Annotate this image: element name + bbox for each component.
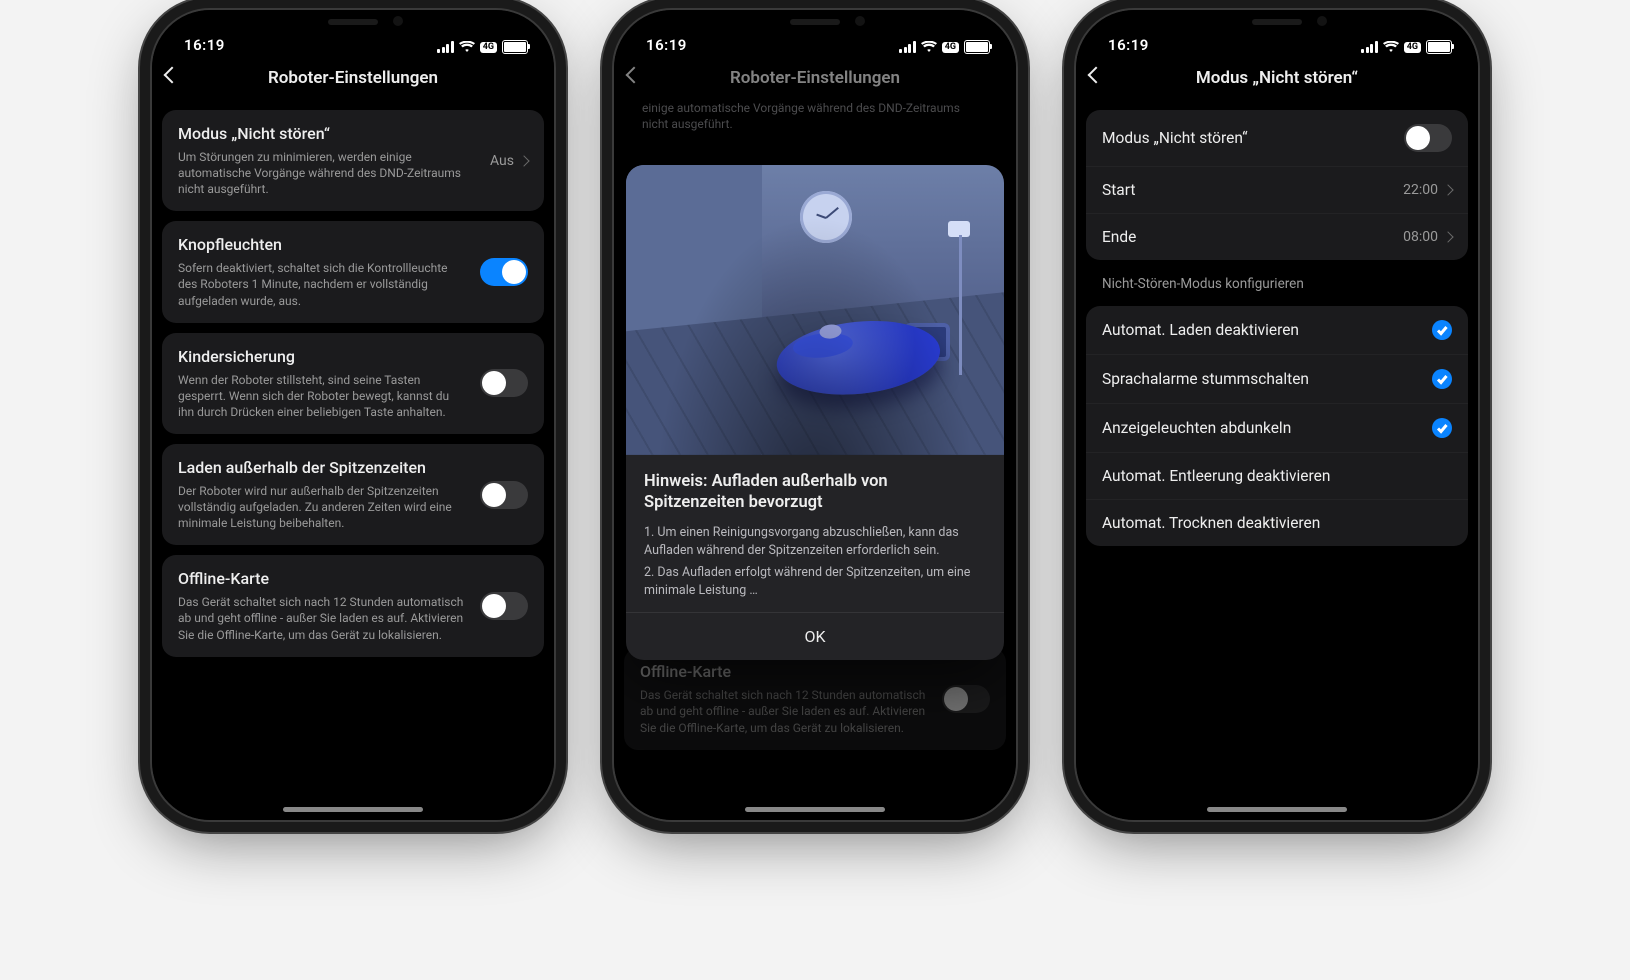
offpeak-info-sheet: Hinweis: Aufladen außerhalb von Spitzenz…: [626, 165, 1004, 660]
cellular-signal-icon: [1361, 41, 1378, 53]
row-end-time[interactable]: Ende 08:00: [1086, 213, 1468, 260]
dnd-options-group: Automat. Laden deaktivieren Sprachalarme…: [1086, 306, 1468, 546]
row-child-lock: Kindersicherung Wenn der Roboter stillst…: [162, 333, 544, 434]
row-label: Automat. Entleerung deaktivieren: [1102, 467, 1330, 485]
row-title: Kindersicherung: [178, 347, 468, 368]
row-desc: Der Roboter wird nur außerhalb der Spitz…: [178, 483, 468, 532]
toggle-button-light[interactable]: [480, 258, 528, 286]
cellular-signal-icon: [437, 41, 454, 53]
chevron-right-icon: [518, 155, 529, 166]
truncated-prev-desc: einige automatische Vorgänge während des…: [624, 100, 1006, 138]
nav-bar: Roboter-Einstellungen: [152, 56, 554, 100]
page-title: Modus „Nicht stören“: [1196, 68, 1358, 88]
checkmark-icon: [1432, 369, 1452, 389]
dock-icon: [904, 323, 950, 361]
status-time: 16:19: [646, 36, 687, 54]
row-label: Start: [1102, 181, 1135, 199]
row-value: Aus: [490, 153, 528, 169]
page-title: Roboter-Einstellungen: [730, 68, 900, 88]
battery-icon: [502, 40, 528, 54]
back-button[interactable]: [1090, 66, 1114, 90]
row-title: Modus „Nicht stören“: [178, 124, 478, 145]
phone-1: 16:19 4G Roboter-Einstellungen Modus „Ni…: [152, 10, 554, 820]
status-time: 16:19: [184, 36, 225, 54]
opt-dim-lights[interactable]: Anzeigeleuchten abdunkeln: [1086, 403, 1468, 452]
notch: [263, 10, 443, 38]
offpeak-illustration: [626, 165, 1004, 455]
chevron-right-icon: [1442, 184, 1453, 195]
row-label: Automat. Trocknen deaktivieren: [1102, 514, 1320, 532]
wifi-icon: [921, 41, 937, 53]
home-indicator[interactable]: [1207, 807, 1347, 812]
toggle-offpeak[interactable]: [480, 481, 528, 509]
network-badge: 4G: [1404, 42, 1421, 53]
row-title: Knopfleuchten: [178, 235, 468, 256]
three-phone-stage: 16:19 4G Roboter-Einstellungen Modus „Ni…: [0, 0, 1630, 980]
power-outlet-icon: [948, 221, 970, 237]
row-offline-map: Offline-Karte Das Gerät schaltet sich na…: [162, 555, 544, 656]
dnd-content[interactable]: Modus „Nicht stören“ Start 22:00 Ende 08…: [1076, 100, 1478, 820]
row-dnd-master: Modus „Nicht stören“: [1086, 110, 1468, 166]
notch: [1187, 10, 1367, 38]
back-button[interactable]: [628, 66, 652, 90]
settings-scroll[interactable]: Modus „Nicht stören“ Um Störungen zu min…: [152, 100, 554, 820]
toggle-child-lock[interactable]: [480, 369, 528, 397]
phone-3: 16:19 4G Modus „Nicht stören“ Modus „Nic…: [1076, 10, 1478, 820]
row-title: Offline-Karte: [178, 569, 468, 590]
row-desc: Um Störungen zu minimieren, werden einig…: [178, 149, 478, 198]
row-dnd[interactable]: Modus „Nicht stören“ Um Störungen zu min…: [162, 110, 544, 211]
clock-icon: [800, 191, 852, 243]
cellular-signal-icon: [899, 41, 916, 53]
wifi-icon: [1383, 41, 1399, 53]
chevron-right-icon: [1442, 231, 1453, 242]
toggle-offline-map[interactable]: [942, 685, 990, 713]
row-label: Ende: [1102, 228, 1136, 246]
wifi-icon: [459, 41, 475, 53]
checkmark-icon: [1432, 320, 1452, 340]
robot-vacuum-icon: [774, 325, 920, 401]
network-badge: 4G: [480, 42, 497, 53]
row-desc: Das Gerät schaltet sich nach 12 Stunden …: [640, 687, 930, 736]
opt-mute-voice[interactable]: Sprachalarme stummschalten: [1086, 354, 1468, 403]
row-desc: Sofern deaktiviert, schaltet sich die Ko…: [178, 260, 468, 309]
row-label: Anzeigeleuchten abdunkeln: [1102, 419, 1291, 437]
battery-icon: [964, 40, 990, 54]
notch: [725, 10, 905, 38]
network-badge: 4G: [942, 42, 959, 53]
opt-disable-auto-charge[interactable]: Automat. Laden deaktivieren: [1086, 306, 1468, 354]
row-title: Laden außerhalb der Spitzenzeiten: [178, 458, 468, 479]
row-offpeak-charging: Laden außerhalb der Spitzenzeiten Der Ro…: [162, 444, 544, 545]
home-indicator[interactable]: [745, 807, 885, 812]
nav-bar: Modus „Nicht stören“: [1076, 56, 1478, 100]
opt-disable-auto-dry[interactable]: Automat. Trocknen deaktivieren: [1086, 499, 1468, 546]
row-label: Automat. Laden deaktivieren: [1102, 321, 1299, 339]
row-label: Sprachalarme stummschalten: [1102, 370, 1309, 388]
row-offline-map: Offline-Karte Das Gerät schaltet sich na…: [624, 648, 1006, 749]
phone-2: 16:19 4G Roboter-Einstellungen einige au…: [614, 10, 1016, 820]
row-button-light: Knopfleuchten Sofern deaktiviert, schalt…: [162, 221, 544, 322]
row-title: Offline-Karte: [640, 662, 930, 683]
opt-disable-auto-empty[interactable]: Automat. Entleerung deaktivieren: [1086, 452, 1468, 499]
sheet-ok-button[interactable]: OK: [626, 612, 1004, 660]
nav-bar: Roboter-Einstellungen: [614, 56, 1016, 100]
checkmark-icon: [1432, 418, 1452, 438]
toggle-offline-map[interactable]: [480, 592, 528, 620]
battery-icon: [1426, 40, 1452, 54]
sheet-point-1: 1. Um einen Reinigungsvorgang abzuschlie…: [644, 524, 986, 560]
row-desc: Wenn der Roboter stillsteht, sind seine …: [178, 372, 468, 421]
toggle-dnd-master[interactable]: [1404, 124, 1452, 152]
row-start-time[interactable]: Start 22:00: [1086, 166, 1468, 213]
page-title: Roboter-Einstellungen: [268, 68, 438, 88]
sheet-point-2: 2. Das Aufladen erfolgt während der Spit…: [644, 564, 986, 600]
sheet-headline: Hinweis: Aufladen außerhalb von Spitzenz…: [644, 471, 986, 514]
status-time: 16:19: [1108, 36, 1149, 54]
home-indicator[interactable]: [283, 807, 423, 812]
dnd-main-group: Modus „Nicht stören“ Start 22:00 Ende 08…: [1086, 110, 1468, 260]
row-desc: Das Gerät schaltet sich nach 12 Stunden …: [178, 594, 468, 643]
section-title: Nicht-Stören-Modus konfigurieren: [1086, 260, 1468, 296]
row-label: Modus „Nicht stören“: [1102, 129, 1248, 147]
back-button[interactable]: [166, 66, 190, 90]
battery-fill: [504, 42, 526, 52]
